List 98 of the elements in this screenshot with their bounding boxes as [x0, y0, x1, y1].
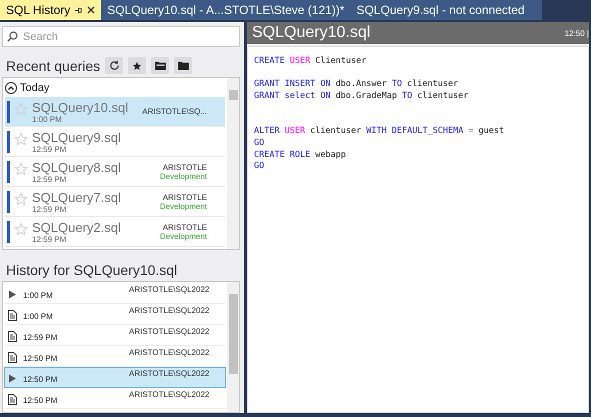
code-token: GO	[254, 161, 264, 173]
play-icon	[8, 290, 17, 299]
code-token: ON	[320, 91, 331, 103]
open-folder-button[interactable]	[151, 57, 170, 74]
code-token: Clientuser	[315, 56, 366, 68]
color-bar	[7, 190, 10, 212]
code-token: CREATE	[254, 150, 285, 162]
folder-button[interactable]	[174, 57, 192, 74]
color-bar	[7, 160, 10, 182]
search-field[interactable]: Search	[2, 26, 240, 47]
query-name: SQLQuery9.sql	[32, 130, 122, 144]
document-icon	[8, 310, 17, 321]
server-name: ARISTOTLE	[162, 192, 207, 202]
environment-label: Development	[160, 232, 207, 240]
environment-label: Development	[160, 172, 207, 180]
star-icon[interactable]	[14, 222, 28, 236]
code-token: ON	[320, 79, 331, 92]
query-name: SQLQuery7.sql	[32, 190, 122, 204]
query-time: 1:00 PM	[32, 114, 62, 124]
code-token: dbo.Answer	[336, 79, 387, 92]
code-token: TO	[402, 91, 412, 103]
section-title: History for SQLQuery10.sql	[6, 262, 178, 278]
query-name: SQLQuery2.sql	[32, 220, 122, 234]
code-token: GO	[254, 138, 264, 150]
scrollbar[interactable]	[227, 78, 239, 249]
star-icon[interactable]	[14, 132, 28, 146]
code-token: clientuser	[310, 126, 362, 138]
history-time: 12:59 PM	[23, 332, 58, 342]
code-token: clientuser	[417, 91, 468, 103]
star-icon[interactable]	[14, 162, 28, 176]
collapse-toggle[interactable]	[5, 82, 17, 94]
preview-time: 12:50 |	[564, 28, 589, 38]
code-token: INSERT	[284, 79, 316, 92]
code-token: =	[468, 126, 474, 138]
code-token: USER	[290, 56, 310, 68]
server-name: ARISTOTLE\SQL2022	[129, 284, 210, 294]
query-time: 12:59 PM	[32, 204, 66, 214]
query-item[interactable]: SQLQuery10.sql 1:00 PM ARISTOTLE\SQ...	[5, 97, 225, 127]
star-icon[interactable]	[14, 102, 28, 116]
color-bar	[7, 130, 10, 152]
play-icon	[8, 374, 17, 383]
document-icon	[8, 394, 17, 405]
query-name: SQLQuery10.sql	[32, 100, 130, 114]
code-token: ALTER	[254, 126, 280, 138]
code-token: dbo.GradeMap	[336, 91, 397, 103]
code-token: GRANT	[254, 91, 280, 103]
close-icon[interactable]	[87, 6, 96, 14]
code-token: TO	[392, 79, 402, 92]
star-icon	[132, 60, 142, 70]
code-token: guest	[478, 126, 504, 138]
code-token: select	[284, 91, 316, 103]
server-name: ARISTOTLE\SQ...	[142, 107, 207, 116]
history-time: 1:00 PM	[23, 312, 54, 321]
server-name: ARISTOTLE\SQL2022	[129, 326, 210, 336]
query-time: 12:59 PM	[32, 174, 66, 184]
document-icon	[8, 330, 17, 342]
tab[interactable]: SQLQuery10.sql - A...STOTLE\Steve (121))*	[101, 0, 350, 20]
chevron-icon	[8, 86, 14, 90]
folder-icon	[178, 61, 189, 70]
server-name: ARISTOTLE\SQL2022	[129, 306, 210, 315]
server-name: ARISTOTLE\SQL2022	[129, 390, 210, 399]
color-bar	[7, 220, 10, 242]
query-time: 12:59 PM	[32, 234, 66, 244]
code-token: webapp	[315, 150, 346, 162]
code-token: USER	[284, 126, 306, 138]
refresh-button[interactable]	[105, 57, 124, 74]
server-name: ARISTOTLE	[162, 222, 207, 232]
code-token: CREATE	[254, 56, 285, 68]
server-name: ARISTOTLE	[162, 162, 207, 172]
folder-icon	[154, 61, 166, 70]
code-token: GRANT	[254, 79, 280, 92]
document-icon	[8, 352, 17, 363]
preview-title: SQLQuery10.sql	[252, 24, 370, 42]
section-title: Recent queries	[6, 58, 100, 74]
pin-icon[interactable]	[74, 6, 84, 14]
tab[interactable]: SQL History	[0, 0, 102, 20]
history-time: 12:50 PM	[23, 374, 58, 384]
history-time: 1:00 PM	[23, 290, 54, 300]
query-name: SQLQuery8.sql	[32, 160, 122, 174]
star-icon[interactable]	[14, 192, 28, 206]
environment-label: Development	[160, 202, 207, 210]
history-time: 12:50 PM	[23, 354, 58, 363]
code-token: ROLE	[290, 150, 310, 162]
history-time: 12:50 PM	[23, 396, 58, 405]
history-row[interactable]: 12:50 PM ARISTOTLE\SQL2022	[4, 366, 226, 388]
server-name: ARISTOTLE\SQL2022	[129, 348, 210, 357]
group-label: Today	[20, 82, 50, 94]
favorites-button[interactable]	[128, 57, 146, 74]
query-time: 12:59 PM	[32, 144, 66, 154]
server-name: ARISTOTLE\SQL2022	[129, 368, 210, 378]
color-bar	[7, 100, 10, 122]
tab[interactable]: SQLQuery9.sql - not connected	[350, 0, 542, 20]
scrollbar[interactable]	[227, 282, 239, 412]
search-icon	[7, 31, 18, 42]
refresh-icon	[108, 60, 120, 71]
code-token: clientuser	[407, 79, 458, 92]
code-token: WITH	[366, 126, 387, 138]
code-token: DEFAULT_SCHEMA	[392, 126, 464, 138]
